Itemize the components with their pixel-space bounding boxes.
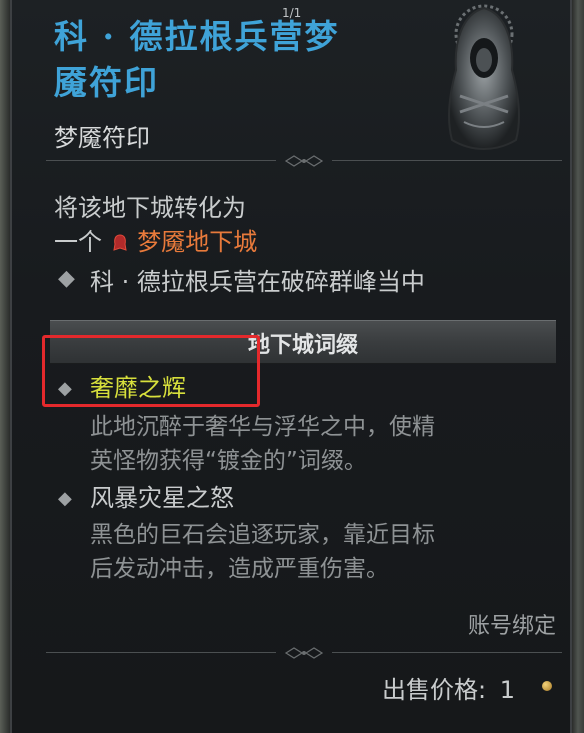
sell-price-value: 1: [499, 676, 516, 704]
sell-price-label: 出售价格:: [382, 676, 487, 704]
item-title-line-1: 科 · 德拉根兵营梦: [54, 17, 340, 56]
divider-bottom: [46, 646, 562, 660]
nightmare-marker-icon: [113, 234, 127, 251]
divider-ornament: [284, 155, 324, 167]
sell-price: 出售价格: 1: [382, 670, 515, 705]
gold-coin-icon: [542, 681, 552, 691]
highlight-annotation-box: [42, 335, 260, 407]
description-line-1: 将该地下城转化为: [54, 194, 246, 222]
item-type: 梦魇符印: [54, 124, 150, 152]
item-title-line-2: 魇符印: [54, 63, 159, 102]
dungeon-location: 科 · 德拉根兵营在破碎群峰当中: [90, 268, 425, 296]
affix-section-title: 地下城词缀: [247, 332, 358, 358]
affix-description-2-line-1: 黑色的巨石会追逐玩家，靠近目标: [90, 522, 435, 548]
affix-description-1-line-2: 英怪物获得“镀金的”词缀。: [90, 448, 367, 474]
description-prefix: 一个: [54, 228, 102, 256]
background-right-edge: [572, 0, 584, 733]
divider-top: [46, 154, 562, 168]
affix-name-2: 风暴灾星之怒: [90, 484, 234, 512]
diamond-bullet-icon: ◆: [58, 488, 72, 509]
affix-description-1: 此地沉醉于奢华与浮华之中，使精 英怪物获得“镀金的”词缀。: [90, 410, 550, 478]
divider-ornament: [284, 647, 324, 659]
dungeon-type-link[interactable]: 梦魇地下城: [137, 228, 257, 256]
affix-description-2: 黑色的巨石会追逐玩家，靠近目标 后发动冲击，造成严重伤害。: [90, 518, 550, 586]
account-bound-label: 账号绑定: [467, 614, 556, 639]
diamond-bullet-icon: ◆: [58, 266, 75, 291]
hooded-statue-sigil-icon: [448, 4, 520, 150]
item-title: 科 · 德拉根兵营梦 魇符印: [54, 14, 414, 106]
background-left-edge: [0, 0, 10, 733]
affix-description-1-line-1: 此地沉醉于奢华与浮华之中，使精: [90, 414, 435, 440]
description-line-2: 一个 梦魇地下城: [54, 222, 257, 257]
affix-description-2-line-2: 后发动冲击，造成严重伤害。: [90, 556, 389, 582]
